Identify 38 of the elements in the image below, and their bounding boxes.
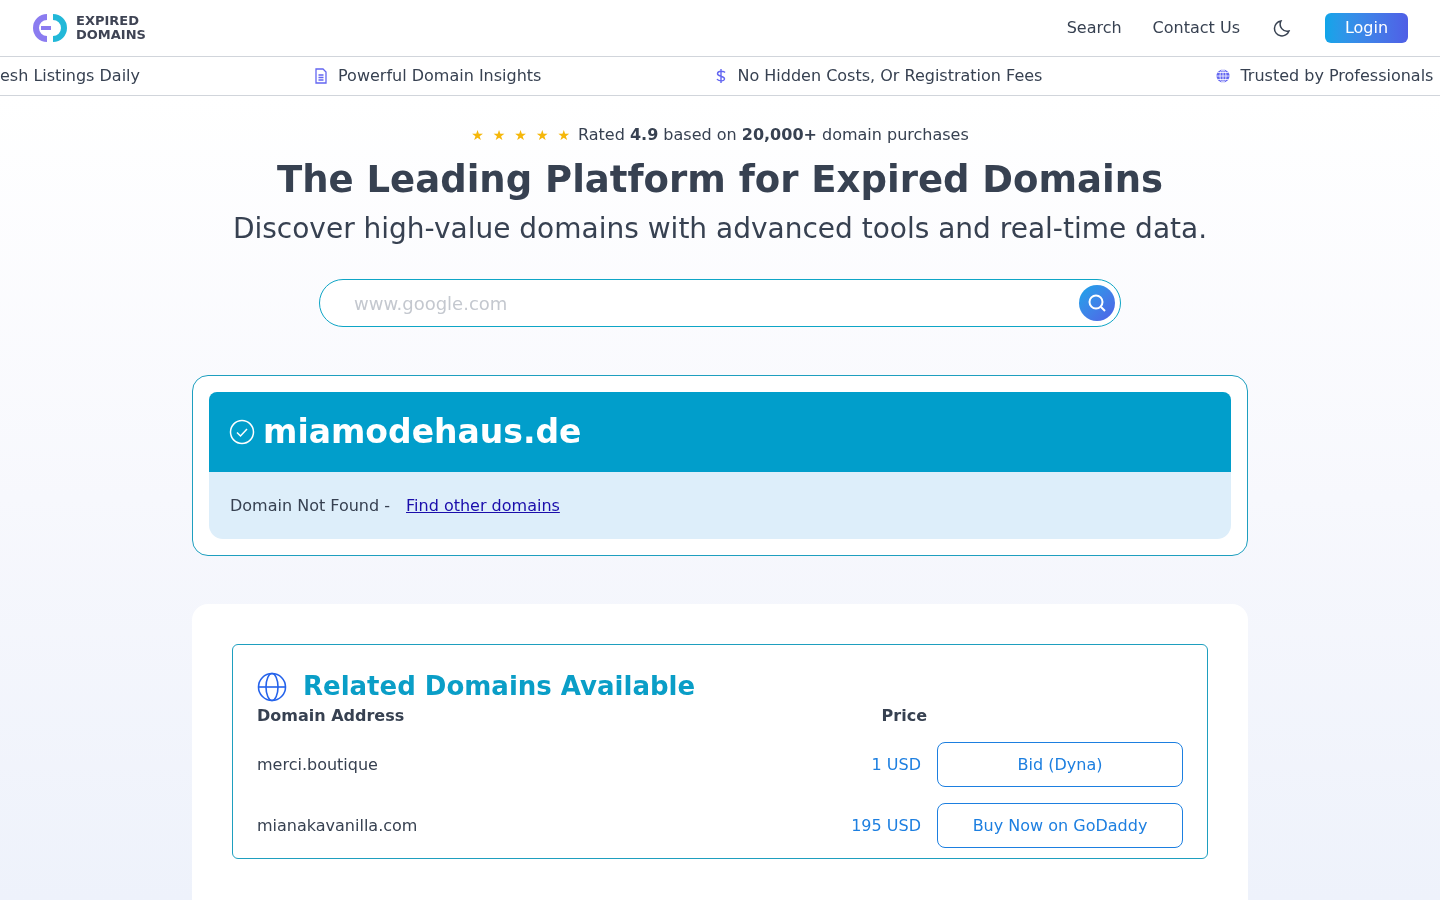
column-header: Price <box>880 706 927 726</box>
logo-text: DOMAINS <box>76 28 146 42</box>
document-icon <box>314 68 329 84</box>
find-domains-link[interactable]: Find other domains <box>406 493 560 518</box>
domain-cell-text: mianakavanilla.com <box>257 814 419 837</box>
ticker-text: Powerful Domain Insights <box>338 65 542 87</box>
price-cell-text: 195 USD <box>850 814 921 837</box>
ticker-text: Trusted by Professionals <box>1240 65 1434 87</box>
logo-icon <box>32 13 70 43</box>
star-icon: ★ <box>557 124 570 146</box>
search-icon <box>1087 293 1107 313</box>
check-circle-icon <box>229 419 255 445</box>
logo-text: EXPIRED <box>76 14 140 28</box>
star-icon: ★ <box>492 124 506 146</box>
status-text: Domain Not Found - <box>230 494 390 517</box>
nav-link[interactable]: Contact Us <box>1152 16 1240 40</box>
globe-icon <box>1216 69 1231 83</box>
domain-cell-text: merci.boutique <box>257 753 379 776</box>
domain-name: miamodehaus.de <box>263 411 582 454</box>
price-cell-text: 1 USD <box>870 753 921 776</box>
rating-text: Rated 4.9 based on 20,000+ domain purchases <box>578 124 969 146</box>
hero-title: The Leading Platform for Expired Domains <box>276 157 1164 203</box>
ticker-text: No Hidden Costs, Or Registration Fees <box>737 65 1043 87</box>
hero-subtitle: Discover high-value domains with advanced tools and real-time data. <box>232 211 1208 247</box>
nav-link[interactable]: Search <box>1066 16 1122 40</box>
ticker-text: esh Listings Daily <box>0 65 141 87</box>
column-header: Domain Address <box>257 706 406 726</box>
search-field[interactable]: www.google.com <box>319 279 1121 327</box>
buy-button[interactable]: Buy Now on GoDaddy <box>937 803 1183 848</box>
related-title: Related Domains Available <box>303 670 696 703</box>
login-button[interactable]: Login <box>1325 13 1408 43</box>
dollar-icon <box>715 68 728 84</box>
globe-icon <box>257 671 287 702</box>
buy-button[interactable]: Bid (Dyna) <box>937 742 1183 787</box>
moon-icon[interactable] <box>1273 18 1293 38</box>
star-icon: ★ <box>514 124 527 146</box>
star-icon: ★ <box>471 124 484 146</box>
star-icon: ★ <box>535 124 549 146</box>
